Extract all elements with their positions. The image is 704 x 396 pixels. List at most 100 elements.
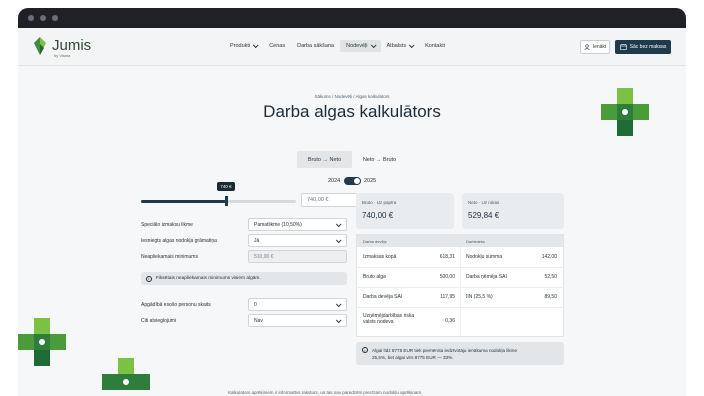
- decor-plus-bottom: [102, 358, 150, 396]
- chevron-down-icon: [335, 300, 342, 307]
- year-2025-label: 2025: [364, 178, 377, 184]
- select-value: Nav: [254, 317, 263, 324]
- gross-card: Bruto · Uz papīra 740,00 €: [356, 193, 454, 229]
- employer-cost-label: Izmaksas kopā: [363, 254, 397, 260]
- table-row-divider: [357, 267, 563, 268]
- select-value: 0: [254, 301, 257, 308]
- tax-rate-note-line1: Algai līdz 8775 EUR tiek piemērota iedzī…: [372, 348, 518, 353]
- start-free-button[interactable]: Sāc bez maksas: [615, 40, 671, 54]
- decor-plus-left: [18, 318, 66, 368]
- employee-deduction-value: 89,50: [544, 294, 557, 300]
- leaf-logo-icon: [34, 37, 46, 55]
- select-dropdown[interactable]: Pamatlikme (10,50%): [248, 218, 347, 231]
- net-card-value: 529,84 €: [468, 211, 500, 220]
- form-label: Speciālo izmaksu likme: [141, 222, 193, 228]
- decor-square: [34, 318, 50, 334]
- decor-square: [617, 120, 633, 136]
- mode-switch: Bruto → Neto Neto → Bruto: [297, 151, 407, 168]
- nav-item[interactable]: Kontakti: [419, 40, 451, 52]
- window-dot-icon[interactable]: [28, 15, 34, 21]
- user-icon: [584, 44, 590, 50]
- chevron-down-icon: [335, 236, 342, 243]
- info-icon: i: [146, 275, 152, 282]
- select-value: Pamatlikme (10,50%): [254, 221, 302, 228]
- decor-square: [118, 358, 134, 374]
- select-dropdown[interactable]: Jā: [248, 234, 347, 247]
- form-label: Iesniegts algas nodokļa grāmatiņa: [141, 238, 217, 244]
- table-divider: [460, 247, 461, 336]
- year-toggle[interactable]: [344, 177, 361, 185]
- breadcrumb[interactable]: Sākums / Nodevēļi / Algas kalkulators: [18, 94, 686, 99]
- chevron-down-icon: [253, 42, 259, 49]
- table-row-divider: [357, 287, 563, 288]
- nav-item-label: Darba sākšana: [297, 43, 335, 49]
- tax-rate-note: i Algai līdz 8775 EUR tiek piemērota ied…: [356, 342, 564, 365]
- chevron-down-icon: [408, 42, 415, 49]
- employer-cost-value: 0,36: [445, 317, 455, 324]
- salary-amount-input[interactable]: 740,00 €: [301, 193, 358, 207]
- tax-rate-note-line2: 25,5%, bet algai virs 8775 EUR — 33%.: [372, 355, 454, 360]
- slider-handle[interactable]: [225, 196, 228, 206]
- window-dot-icon[interactable]: [52, 15, 58, 21]
- employer-cost-value: 117,95: [440, 294, 455, 300]
- breakdown-table: Darba devējs Darbinieks Izmaksas kopā 618…: [356, 234, 564, 337]
- nav-item[interactable]: Nodevēļi: [340, 40, 381, 52]
- employee-deduction-label: IIN (25,5 %): [466, 294, 493, 300]
- form-label: Apgādībā esošo personu skaits: [141, 302, 211, 308]
- table-header: Darba devējs Darbinieks: [357, 235, 563, 247]
- nav-item-label: Cenas: [269, 43, 286, 49]
- nav-item-label: Nodevēļi: [346, 43, 368, 49]
- readonly-field: 510,00 €: [248, 250, 347, 263]
- form-label: Neapliekamais minimums: [141, 254, 198, 260]
- gross-card-label: Bruto · Uz papīra: [362, 200, 397, 205]
- select-value: Jā: [254, 237, 260, 244]
- decor-dot: [39, 339, 45, 345]
- window-dot-icon[interactable]: [40, 15, 46, 21]
- site-header: Jumis by Visma Produkti Cenas Darba sākšan…: [18, 28, 686, 66]
- mode-net-to-gross-button[interactable]: Neto → Bruto: [352, 151, 407, 168]
- page-title: Darba algas kalkulātors: [263, 102, 441, 121]
- window-controls: [28, 15, 58, 21]
- select-dropdown[interactable]: Nav: [248, 314, 347, 327]
- employer-cost-label: Uzņēmējdarbības riska valsts nodeva: [363, 313, 415, 325]
- select-dropdown[interactable]: 0: [248, 298, 347, 311]
- page-viewport: Jumis by Visma Produkti Cenas Darba sākšan…: [18, 28, 686, 396]
- nav-item[interactable]: Darba sākšana: [291, 40, 340, 52]
- login-button[interactable]: Ienākt: [580, 40, 610, 54]
- nav-item[interactable]: Produkti: [224, 40, 263, 52]
- form-label: Citi atvieglojumi: [141, 318, 177, 324]
- net-card-label: Neto · Uz rokas: [468, 200, 500, 205]
- employee-deduction-value: 142,00: [541, 254, 557, 260]
- mode-gross-to-net-button[interactable]: Bruto → Neto: [297, 151, 352, 168]
- salary-slider[interactable]: [141, 200, 296, 203]
- disclaimer-text: Kalkulators aprēķiniem ir informatīvs ra…: [228, 390, 423, 395]
- nav-item[interactable]: Cenas: [263, 40, 291, 52]
- chevron-down-icon: [335, 316, 342, 323]
- login-label: Ienākt: [592, 44, 607, 50]
- employee-deduction-label: Darba ņēmēja SAI: [466, 274, 507, 280]
- table-header-employer: Darba devējs: [363, 239, 387, 244]
- slider-value-bubble: 740 €: [217, 182, 235, 191]
- employer-cost-label: Darba devēja SAI: [363, 294, 403, 300]
- table-header-employee: Darbinieks: [466, 239, 485, 244]
- year-2024-label: 2024: [328, 178, 341, 184]
- logo-subtext: by Visma: [54, 53, 71, 58]
- chevron-down-icon: [370, 42, 377, 49]
- chevron-down-icon: [335, 220, 342, 227]
- nav-item[interactable]: Atbalsts: [381, 40, 420, 52]
- shop-icon: [619, 44, 627, 50]
- net-card: Neto · Uz rokas 529,84 €: [462, 193, 564, 229]
- decor-dot: [123, 379, 129, 385]
- employer-cost-value: 500,00: [439, 274, 455, 280]
- info-icon: i: [362, 347, 368, 353]
- start-free-label: Sāc bez maksas: [629, 44, 667, 50]
- employer-cost-value: 618,31: [439, 254, 455, 260]
- nav-item-label: Kontakti: [425, 43, 445, 49]
- nav-item-label: Produkti: [230, 43, 251, 49]
- minimum-info-text: Fiksētais neapliekamais minimums visiem …: [156, 276, 261, 281]
- slider-fill: [141, 200, 227, 203]
- employee-deduction-value: 52,50: [544, 274, 557, 280]
- gross-card-value: 740,00 €: [362, 211, 394, 220]
- employer-cost-label: Bruto alga: [363, 274, 386, 280]
- logo[interactable]: Jumis by Visma: [32, 36, 91, 58]
